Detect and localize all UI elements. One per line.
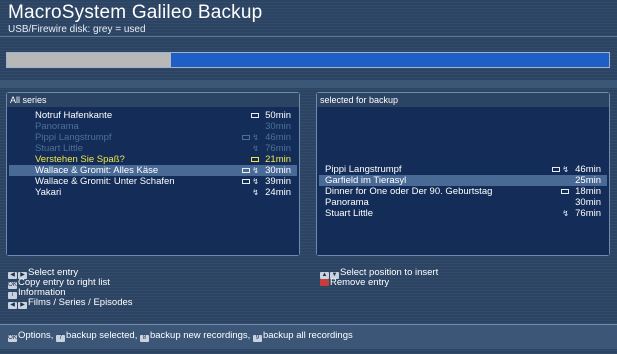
app-title: MacroSystem Galileo Backup	[8, 2, 263, 23]
item-title: Verstehen Sie Spaß?	[35, 154, 125, 165]
rewind-key-icon: ◀	[8, 302, 17, 309]
hd-icon: ↯	[562, 209, 569, 218]
list-item[interactable]: Dinner for One oder Der 90. Geburtstag 18…	[319, 186, 607, 197]
help-right: ▲ ▼ Select position to insert Remove entry	[320, 268, 438, 288]
recording-disk-hd-icon: ↯	[552, 166, 569, 174]
item-duration: 46min	[265, 132, 291, 143]
key-7-icon: 7	[56, 335, 66, 342]
item-duration: 30min	[265, 121, 291, 132]
all-series-header: All series	[7, 93, 299, 107]
help-films-series: ◀ ▶ Films / Series / Episodes	[8, 298, 133, 309]
list-item[interactable]: Stuart Little ↯ 76min	[9, 143, 297, 154]
disk-usage-used	[7, 53, 171, 67]
item-duration: 50min	[265, 110, 291, 121]
item-duration: 25min	[575, 175, 601, 186]
item-duration: 46min	[575, 164, 601, 175]
options-action[interactable]: Options,	[18, 330, 53, 341]
disk-legend: USB/Firewire disk: grey = used	[8, 24, 146, 35]
separator-band	[0, 80, 617, 88]
item-duration: 24min	[265, 187, 291, 198]
backup-all-action[interactable]: backup all recordings	[263, 330, 353, 341]
list-item[interactable]: Pippi Langstrumpf ↯ 46min	[319, 164, 607, 175]
item-title: Wallace & Gromit: Unter Schafen	[35, 176, 175, 187]
item-duration: 76min	[265, 143, 291, 154]
item-title: Panorama	[325, 197, 369, 208]
ok-key-icon: OK	[8, 335, 17, 342]
red-key-icon	[320, 279, 329, 286]
backup-selected-action[interactable]: backup selected,	[66, 330, 137, 341]
list-item[interactable]: Pippi Langstrumpf ↯ 46min	[9, 132, 297, 143]
hd-icon: ↯	[252, 188, 259, 197]
item-title: Stuart Little	[35, 143, 84, 154]
item-title: Dinner for One oder Der 90. Geburtstag	[325, 186, 493, 197]
recording-disk-icon	[251, 156, 259, 164]
item-title: Pippi Langstrumpf	[35, 132, 112, 143]
item-title: Pippi Langstrumpf	[325, 164, 402, 175]
list-item[interactable]: Verstehen Sie Spaß? 21min	[9, 154, 297, 165]
key-9-icon: 9	[252, 335, 262, 342]
backup-new-action[interactable]: backup new recordings,	[150, 330, 250, 341]
item-duration: 18min	[575, 186, 601, 197]
selected-backup-list[interactable]: Pippi Langstrumpf ↯ 46min Garfield im Tier…	[317, 107, 609, 255]
list-item[interactable]: Wallace & Gromit: Unter Schafen ↯ 39min	[9, 176, 297, 187]
item-title: Stuart Little	[325, 208, 374, 219]
item-duration: 30min	[265, 165, 291, 176]
selected-backup-header: selected for backup	[317, 93, 609, 107]
list-item[interactable]: Notruf Hafenkante 50min	[9, 110, 297, 121]
recording-disk-hd-icon: ↯	[242, 167, 259, 175]
list-item[interactable]: Panorama 30min	[9, 121, 297, 132]
item-duration: 30min	[575, 197, 601, 208]
item-title: Panorama	[35, 121, 79, 132]
item-title: Yakari	[35, 187, 62, 198]
item-duration: 39min	[265, 176, 291, 187]
list-item[interactable]: Wallace & Gromit: Alles Käse ↯ 30min	[9, 165, 297, 176]
item-duration: 21min	[265, 154, 291, 165]
list-item[interactable]: Panorama 30min	[319, 197, 607, 208]
recording-disk-hd-icon: ↯	[242, 178, 259, 186]
list-item[interactable]: Stuart Little ↯ 76min	[319, 208, 607, 219]
item-title: Wallace & Gromit: Alles Käse	[35, 165, 159, 176]
item-title: Garfield im Tierasyl	[325, 175, 407, 186]
recording-disk-icon	[561, 188, 569, 196]
header-divider	[0, 36, 617, 37]
all-series-panel: All series Notruf Hafenkante 50min Panoram…	[6, 92, 300, 256]
item-title: Notruf Hafenkante	[35, 110, 113, 121]
all-series-list[interactable]: Notruf Hafenkante 50min Panorama 30min Pippi…	[7, 107, 299, 255]
recording-disk-hd-icon: ↯	[242, 134, 259, 142]
forward-key-icon: ▶	[18, 302, 27, 309]
help-left: ◀ ▶ Select entry OKCopy entry to right lis…	[8, 268, 133, 309]
recording-disk-icon	[251, 112, 259, 120]
hd-icon: ↯	[252, 144, 259, 153]
help-remove-entry: Remove entry	[320, 278, 438, 288]
list-item[interactable]: Garfield im Tierasyl 25min	[319, 175, 607, 186]
bottom-actions: OKOptions, 7 backup selected, 8 backup new…	[8, 330, 353, 342]
key-8-icon: 8	[139, 335, 149, 342]
item-duration: 76min	[575, 208, 601, 219]
selected-backup-panel: selected for backup Pippi Langstrumpf ↯ 4…	[316, 92, 610, 256]
list-item[interactable]: Yakari ↯ 24min	[9, 187, 297, 198]
